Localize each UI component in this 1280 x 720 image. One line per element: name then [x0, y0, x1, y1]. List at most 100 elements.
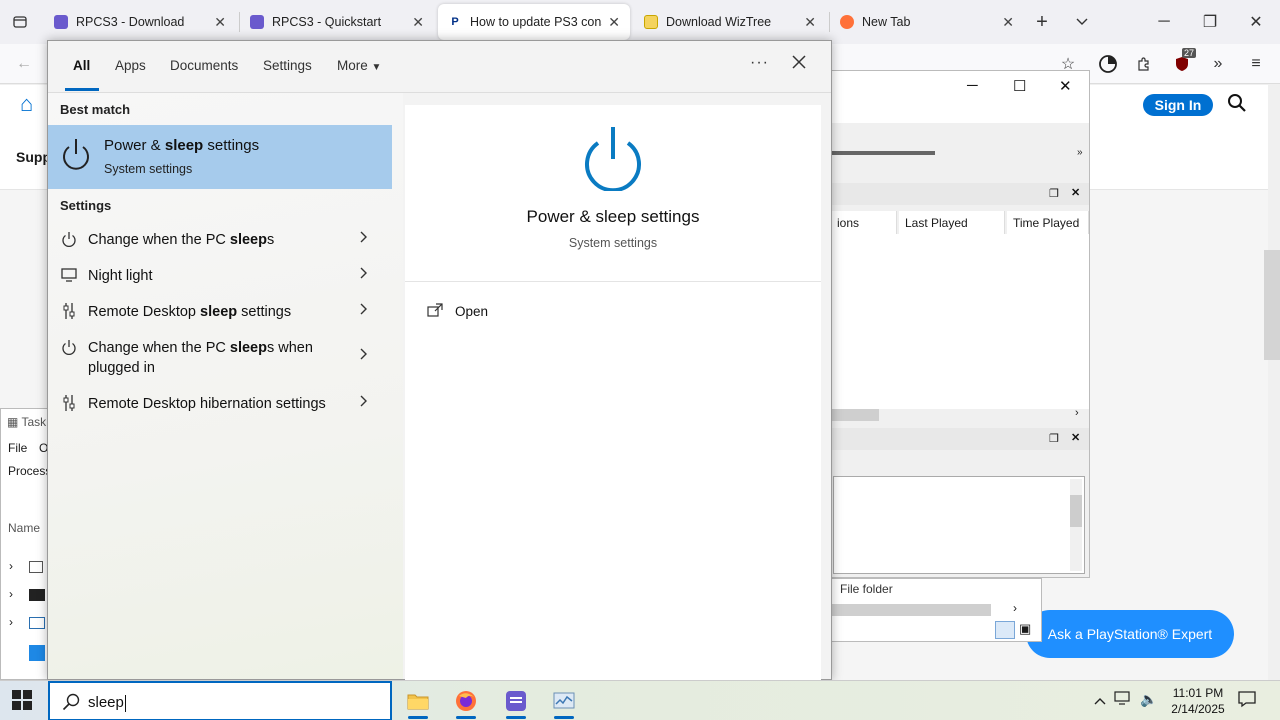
browser-tab-rpcs3-quickstart[interactable]: RPCS3 - Quickstart ✕ [240, 4, 434, 40]
open-external-icon [427, 302, 443, 320]
power-icon [60, 338, 78, 356]
page-scrollbar[interactable] [1268, 85, 1280, 680]
taskbar-file-explorer[interactable] [398, 683, 438, 719]
toolbar-slider[interactable] [831, 151, 935, 155]
menu-file[interactable]: File [8, 441, 27, 455]
dock-close-icon[interactable]: ✕ [1071, 186, 1080, 199]
chevron-right-icon[interactable] [360, 394, 368, 410]
log-scrollbar[interactable] [1070, 479, 1082, 571]
filter-tab-all[interactable]: All [73, 58, 90, 73]
result-label: Change when the PC sleeps [88, 232, 275, 248]
browser-tab-new-tab[interactable]: New Tab ✕ [830, 4, 1024, 40]
toolbar-overflow-icon[interactable]: » [1077, 147, 1083, 158]
result-change-pc-sleeps-plugged-in[interactable]: Change when the PC sleeps when plugged i… [48, 329, 392, 385]
close-search-icon[interactable] [791, 54, 807, 73]
volume-speaker-icon[interactable]: 🔈 [1140, 691, 1157, 708]
wiztree-favicon-icon [644, 15, 658, 29]
result-night-light[interactable]: Night light [48, 257, 392, 293]
more-options-ellipsis-icon[interactable]: ··· [750, 54, 769, 72]
result-remote-desktop-sleep[interactable]: Remote Desktop sleep settings [48, 293, 392, 329]
chevron-right-icon[interactable] [360, 266, 368, 282]
remote-desktop-sliders-icon [60, 394, 78, 412]
chevron-right-icon[interactable] [360, 230, 368, 246]
search-query-text[interactable]: sleep [88, 694, 126, 712]
close-window-icon[interactable]: ✕ [1244, 10, 1268, 34]
task-manager-icon [553, 692, 575, 709]
column-header-last-played[interactable]: Last Played [899, 211, 1005, 235]
browser-tab-wiztree[interactable]: Download WizTree ✕ [634, 4, 826, 40]
tray-overflow-chevron-up-icon[interactable] [1094, 692, 1106, 708]
dock-float-icon[interactable]: ❐ [1049, 432, 1059, 445]
clock-date: 2/14/2025 [1171, 702, 1225, 716]
column-header-time-played[interactable]: Time Played [1007, 211, 1089, 235]
filter-tab-documents[interactable]: Documents [170, 58, 238, 73]
taskbar-firefox[interactable] [446, 683, 486, 719]
log-scrollbar-thumb[interactable] [1070, 495, 1082, 527]
result-remote-desktop-hibernation[interactable]: Remote Desktop hibernation settings [48, 385, 392, 421]
account-circle-icon[interactable] [1096, 52, 1120, 76]
column-header[interactable]: ions [831, 211, 897, 235]
support-heading: Supp [16, 149, 51, 165]
chevron-right-icon[interactable] [360, 302, 368, 318]
ask-expert-button[interactable]: Ask a PlayStation® Expert [1026, 610, 1234, 658]
best-match-result[interactable]: Power & sleep settings System settings [48, 125, 392, 189]
dock-close-icon[interactable]: ✕ [1071, 431, 1080, 444]
back-arrow-icon[interactable]: ← [12, 52, 36, 76]
taskbar-search-box[interactable]: sleep [48, 681, 392, 720]
tab-processes[interactable]: Process [8, 464, 49, 478]
taskbar-task-manager[interactable] [544, 683, 584, 719]
minimize-icon[interactable]: ─ [967, 77, 978, 94]
taskbar-rpcs3[interactable] [496, 683, 536, 719]
maximize-icon[interactable]: ❐ [1198, 10, 1222, 34]
column-header-name[interactable]: Name [8, 521, 40, 535]
filter-tab-settings[interactable]: Settings [263, 58, 312, 73]
search-icon[interactable] [1227, 93, 1247, 119]
open-action[interactable]: Open [427, 301, 488, 321]
details-view-icon[interactable] [995, 621, 1015, 639]
file-type-cell: File folder [840, 582, 893, 596]
dock-float-icon[interactable]: ❐ [1049, 187, 1059, 200]
tab-overflow-chevron-down-icon[interactable] [1070, 10, 1094, 34]
horizontal-scrollbar-thumb[interactable] [831, 409, 879, 421]
windows-start-icon[interactable] [12, 690, 34, 712]
close-tab-icon[interactable]: ✕ [1002, 14, 1014, 31]
filter-tab-apps[interactable]: Apps [115, 58, 146, 73]
close-tab-icon[interactable]: ✕ [412, 14, 424, 31]
network-icon[interactable] [1114, 690, 1132, 709]
close-tab-icon[interactable]: ✕ [804, 14, 816, 31]
chevron-right-icon[interactable] [360, 347, 368, 363]
rpcs3-titlebar [831, 71, 1089, 123]
tab-list-icon[interactable] [8, 10, 32, 34]
taskbar-clock[interactable]: 11:01 PM 2/14/2025 [1166, 685, 1230, 717]
expand-chevron-icon[interactable]: › [9, 559, 13, 573]
app-window-icon [29, 617, 45, 629]
scroll-right-arrow-icon[interactable]: › [1013, 601, 1017, 615]
playstation-logo-icon[interactable]: ⌂ [20, 91, 33, 117]
sign-in-button[interactable]: Sign In [1143, 94, 1213, 116]
ublock-shield-icon[interactable]: 27 [1170, 48, 1197, 76]
new-tab-plus-icon[interactable]: + [1030, 10, 1054, 34]
close-window-icon[interactable]: ✕ [1059, 77, 1072, 95]
text-caret [124, 694, 126, 712]
extensions-puzzle-icon[interactable] [1132, 52, 1156, 76]
close-tab-icon[interactable]: ✕ [608, 14, 620, 31]
expand-chevron-icon[interactable]: › [9, 615, 13, 629]
page-scrollbar-thumb[interactable] [1264, 250, 1280, 360]
browser-tab-rpcs3-download[interactable]: RPCS3 - Download ✕ [44, 4, 236, 40]
maximize-icon[interactable]: ☐ [1013, 77, 1026, 95]
expand-chevron-icon[interactable]: › [9, 587, 13, 601]
horizontal-scrollbar-thumb[interactable] [831, 604, 991, 616]
large-icons-view-icon[interactable]: ▣ [1019, 621, 1037, 639]
hamburger-menu-icon[interactable]: ≡ [1244, 52, 1268, 76]
more-tools-chevrons-icon[interactable]: » [1206, 52, 1230, 76]
preview-subtitle: System settings [568, 236, 658, 250]
close-tab-icon[interactable]: ✕ [214, 14, 226, 31]
filter-tab-more[interactable]: More ▼ [337, 58, 381, 73]
minimize-icon[interactable]: ─ [1152, 10, 1176, 34]
log-textarea[interactable] [833, 476, 1085, 574]
scroll-right-arrow-icon[interactable]: › [1075, 407, 1079, 419]
browser-tab-ps3-update[interactable]: P How to update PS3 conso ✕ [438, 4, 630, 40]
result-change-pc-sleeps[interactable]: Change when the PC sleeps [48, 221, 392, 257]
notification-icon[interactable] [1238, 690, 1256, 713]
game-list[interactable] [831, 234, 1089, 409]
